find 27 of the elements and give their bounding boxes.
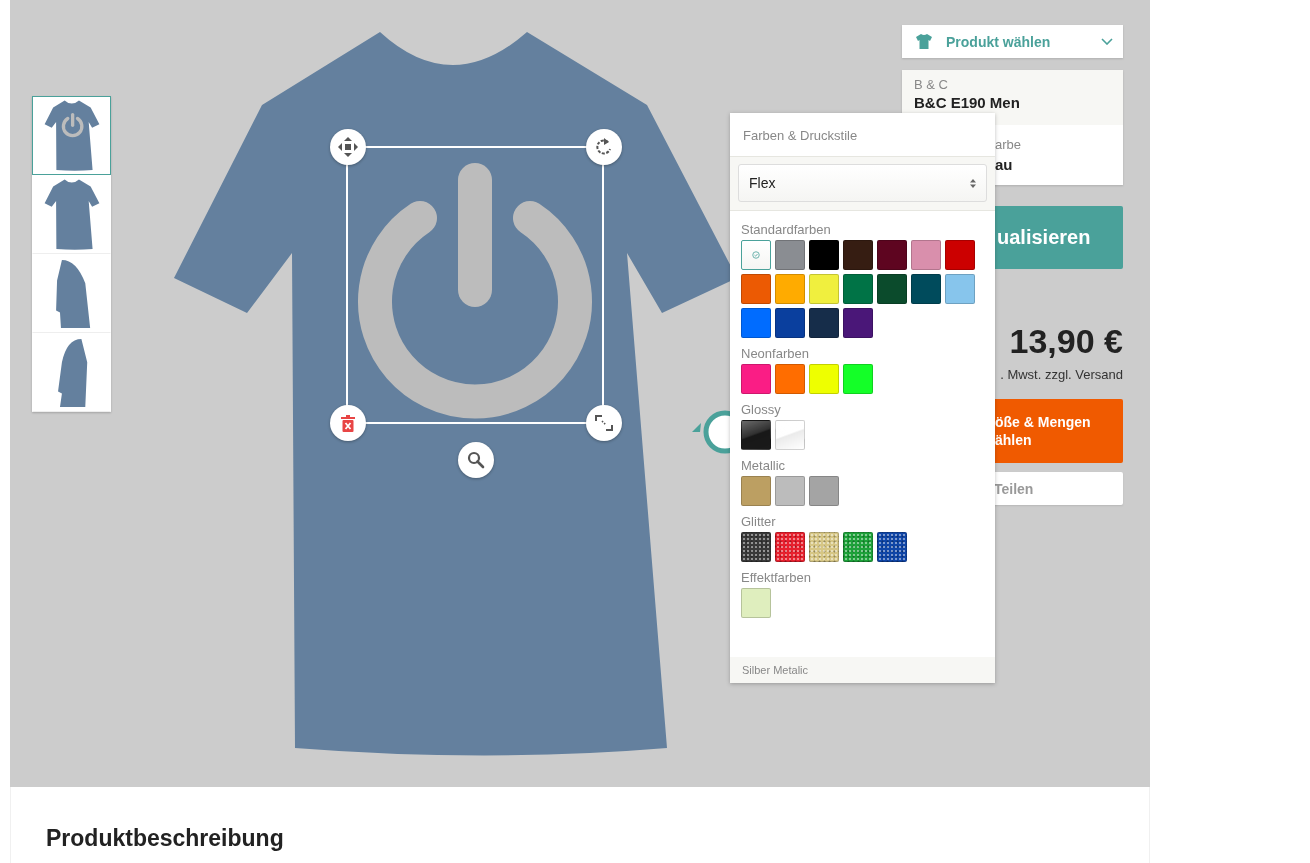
design-selection-frame[interactable]: [346, 146, 604, 424]
trash-icon: [341, 414, 355, 432]
color-group-label: Neonfarben: [741, 346, 810, 361]
color-group-label: Standardfarben: [741, 222, 832, 237]
color-group-label: Glitter: [741, 514, 777, 529]
price: 13,90 €: [1009, 322, 1123, 361]
view-thumbnail[interactable]: [32, 96, 111, 175]
section-heading: Produktbeschreibung: [46, 825, 285, 852]
product-name: B&C E190 Men: [914, 94, 1021, 111]
resize-icon: [595, 415, 613, 431]
tshirt-icon: [916, 34, 932, 49]
color-group-label: Effektfarben: [741, 570, 812, 585]
price-note: . Mwst. zzgl. Versand: [1000, 367, 1123, 382]
search-icon: [467, 451, 485, 469]
color-group-label: Glossy: [741, 402, 782, 417]
hovered-color-name: Silber Metalic: [730, 657, 995, 683]
color-group-label: Metallic: [741, 458, 787, 473]
brand-label: B & C: [914, 77, 949, 92]
chevron-down-icon: [1101, 38, 1113, 45]
color-swatch[interactable]: [741, 240, 771, 270]
move-icon: [338, 137, 358, 157]
product-select-button[interactable]: Produkt wählen: [902, 25, 1123, 58]
rotate-icon: [595, 138, 613, 156]
color-label: arbe: [995, 137, 1023, 152]
color-value: au: [995, 156, 1014, 173]
print-style-select[interactable]: Flex: [738, 164, 987, 202]
select-arrows-icon: [970, 178, 976, 188]
